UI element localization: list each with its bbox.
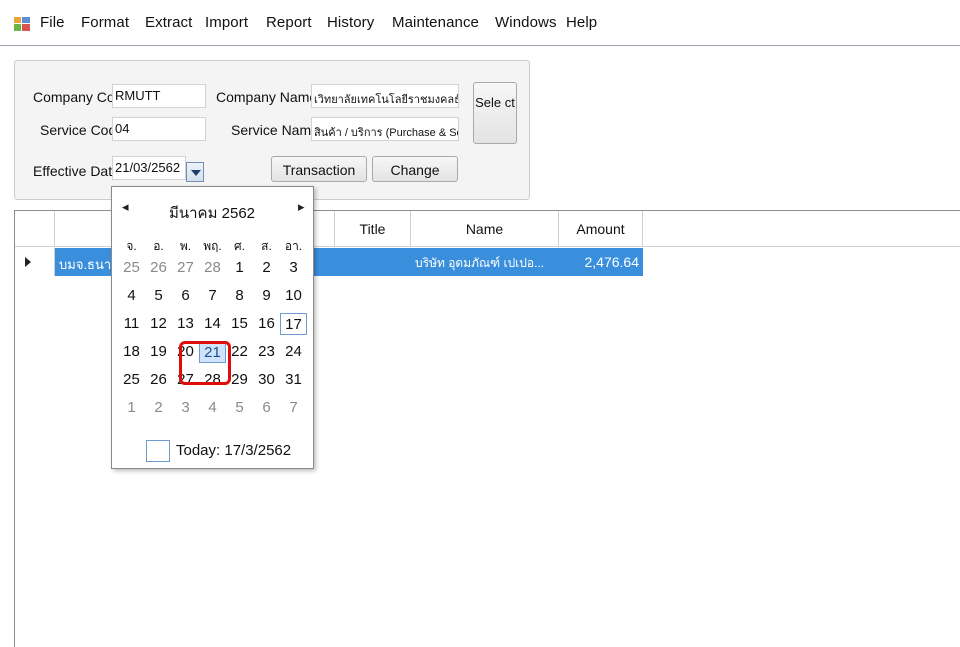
weekday-label: ศ. xyxy=(234,239,245,253)
calendar-day[interactable]: 24 xyxy=(280,341,307,363)
effective-date-label: Effective Date xyxy=(33,163,112,179)
cell-amount[interactable]: 2,476.64 xyxy=(559,248,643,276)
calendar-day[interactable]: 16 xyxy=(253,313,280,335)
calendar-day[interactable]: 15 xyxy=(226,313,253,335)
company-name-field[interactable]: เวิทยาลัยเทคโนโลยีราชมงคลธัญบุรี xyxy=(311,84,459,108)
calendar-day[interactable]: 9 xyxy=(253,285,280,307)
calendar-popup[interactable]: ◂ มีนาคม 2562 ▸ จ. อ. พ. พฤ. ศ. ส. อา. 2… xyxy=(111,186,314,469)
calendar-day[interactable]: 12 xyxy=(145,313,172,335)
calendar-day[interactable]: 18 xyxy=(118,341,145,363)
menu-report[interactable]: Report xyxy=(266,14,312,31)
calendar-day[interactable]: 26 xyxy=(145,369,172,391)
calendar-day[interactable]: 4 xyxy=(118,285,145,307)
calendar-day[interactable]: 26 xyxy=(145,257,172,279)
selected-date-highlight xyxy=(179,341,231,385)
menu-maintenance[interactable]: Maintenance xyxy=(392,14,479,31)
calendar-day[interactable]: 31 xyxy=(280,369,307,391)
calendar-day[interactable]: 27 xyxy=(172,257,199,279)
calendar-day[interactable]: 6 xyxy=(253,397,280,419)
weekday-header: จ. อ. พ. พฤ. ศ. ส. อา. xyxy=(118,237,308,253)
column-header-name[interactable]: Name xyxy=(411,211,559,247)
menu-bar: File Format Extract Import Report Histor… xyxy=(0,0,960,46)
weekday-label: ส. xyxy=(261,239,272,253)
app-icon xyxy=(14,17,30,31)
menu-history[interactable]: History xyxy=(327,14,374,31)
calendar-day[interactable]: 30 xyxy=(253,369,280,391)
calendar-day[interactable]: 28 xyxy=(199,257,226,279)
cell-name[interactable]: บริษัท อุดมภัณฑ์ เปเปอ... xyxy=(411,248,559,276)
calendar-day[interactable]: 14 xyxy=(199,313,226,335)
calendar-day[interactable]: 23 xyxy=(253,341,280,363)
calendar-day[interactable]: 3 xyxy=(172,397,199,419)
company-code-label: Company Code xyxy=(33,89,113,105)
change-button[interactable]: Change xyxy=(372,156,458,182)
effective-date-field[interactable]: 21/03/2562 xyxy=(112,156,186,180)
menu-windows[interactable]: Windows xyxy=(495,14,557,31)
service-name-label: Service Name: xyxy=(231,122,311,138)
calendar-day[interactable]: 3 xyxy=(280,257,307,279)
column-header-amount[interactable]: Amount xyxy=(559,211,643,247)
weekday-label: พ. xyxy=(179,239,192,253)
calendar-day[interactable]: 5 xyxy=(226,397,253,419)
weekday-label: พฤ. xyxy=(203,239,222,253)
calendar-day[interactable]: 19 xyxy=(145,341,172,363)
menu-help[interactable]: Help xyxy=(566,14,597,31)
company-name-label: Company Name: xyxy=(216,89,312,105)
calendar-day[interactable]: 13 xyxy=(172,313,199,335)
calendar-day[interactable]: 8 xyxy=(226,285,253,307)
prev-month-icon[interactable]: ◂ xyxy=(122,199,129,215)
calendar-day[interactable]: 7 xyxy=(199,285,226,307)
calendar-day[interactable]: 2 xyxy=(145,397,172,419)
calendar-day[interactable]: 2 xyxy=(253,257,280,279)
weekday-label: อ. xyxy=(153,239,164,253)
menu-extract[interactable]: Extract xyxy=(145,14,192,31)
calendar-day[interactable]: 10 xyxy=(280,285,307,307)
calendar-day[interactable]: 17 xyxy=(280,313,307,335)
service-name-field[interactable]: สินค้า / บริการ (Purchase & Service) xyxy=(311,117,459,141)
row-pointer-icon[interactable] xyxy=(15,248,55,276)
select-button[interactable]: Sele ct xyxy=(473,82,517,144)
transaction-button[interactable]: Transaction xyxy=(271,156,367,182)
calendar-day[interactable]: 25 xyxy=(118,369,145,391)
cell-title[interactable] xyxy=(335,248,411,276)
calendar-day[interactable]: 1 xyxy=(118,397,145,419)
menu-format[interactable]: Format xyxy=(81,14,129,31)
calendar-month-title[interactable]: มีนาคม 2562 xyxy=(142,201,282,225)
company-code-field[interactable]: RMUTT xyxy=(112,84,206,108)
date-dropdown-icon[interactable] xyxy=(186,162,204,182)
calendar-day[interactable]: 25 xyxy=(118,257,145,279)
next-month-icon[interactable]: ▸ xyxy=(298,199,305,215)
service-code-field[interactable]: 04 xyxy=(112,117,206,141)
column-header-title[interactable]: Title xyxy=(335,211,411,247)
weekday-label: อา. xyxy=(284,239,303,253)
calendar-day[interactable]: 11 xyxy=(118,313,145,335)
calendar-day[interactable]: 6 xyxy=(172,285,199,307)
weekday-label: จ. xyxy=(126,239,137,253)
calendar-day[interactable]: 7 xyxy=(280,397,307,419)
menu-file[interactable]: File xyxy=(40,14,65,31)
row-header-cell xyxy=(15,211,55,247)
calendar-day[interactable]: 5 xyxy=(145,285,172,307)
today-label[interactable]: Today: 17/3/2562 xyxy=(176,442,291,459)
calendar-day[interactable]: 1 xyxy=(226,257,253,279)
today-square-icon xyxy=(146,440,170,462)
service-code-label: Service Code xyxy=(40,122,112,138)
menu-import[interactable]: Import xyxy=(205,14,248,31)
calendar-day[interactable]: 4 xyxy=(199,397,226,419)
